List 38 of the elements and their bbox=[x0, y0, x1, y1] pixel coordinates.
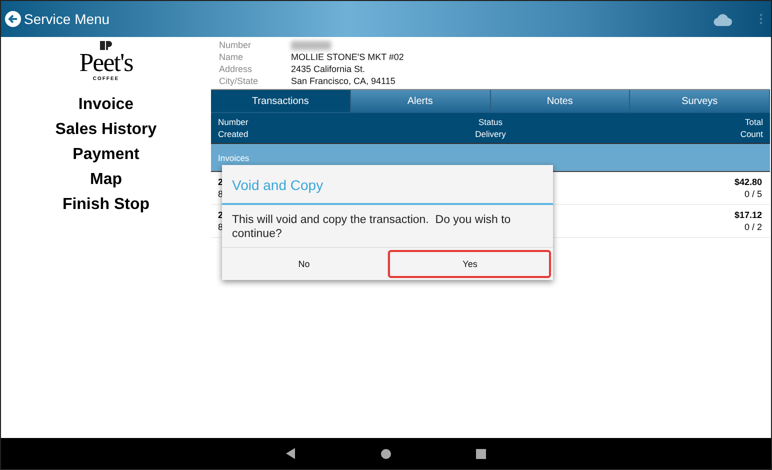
menu-item[interactable]: Sales History bbox=[55, 117, 157, 142]
logo-wordmark: Peet's bbox=[79, 50, 133, 76]
home-icon[interactable] bbox=[381, 448, 391, 458]
field-label: City/State bbox=[219, 76, 260, 87]
field-value: MOLLIE STONE'S MKT #02 bbox=[291, 52, 405, 63]
menu-item[interactable]: Map bbox=[90, 167, 122, 192]
table-cell-text: 0 / 2 bbox=[743, 221, 762, 233]
field-value: 2435 California St. bbox=[291, 64, 366, 75]
tab[interactable]: Notes bbox=[490, 90, 630, 112]
column-header: Status bbox=[477, 116, 504, 128]
field-value: San Francisco, CA, 94115 bbox=[291, 76, 396, 87]
cloud-icon[interactable] bbox=[713, 12, 733, 26]
tab[interactable]: Transactions bbox=[211, 90, 351, 112]
menu-item[interactable]: Invoice bbox=[78, 92, 134, 117]
menu-item[interactable]: Payment bbox=[72, 142, 140, 167]
menu-item[interactable]: Finish Stop bbox=[62, 192, 150, 217]
field-label: Number bbox=[219, 40, 252, 51]
table-cell: $42.80 bbox=[734, 176, 762, 188]
column-header: Created bbox=[218, 128, 250, 140]
column-header: Total bbox=[744, 116, 763, 128]
tab[interactable]: Surveys bbox=[630, 90, 770, 112]
column-header: Number bbox=[218, 116, 250, 128]
logo-mark-icon bbox=[100, 41, 112, 50]
field-label: Address bbox=[219, 64, 254, 75]
back-icon[interactable] bbox=[286, 448, 296, 459]
dialog-button[interactable]: No bbox=[222, 248, 386, 280]
column-header: Count bbox=[739, 128, 763, 140]
back-icon[interactable] bbox=[5, 11, 21, 27]
dialog-button[interactable]: Yes bbox=[387, 249, 552, 279]
recents-icon[interactable] bbox=[476, 448, 486, 458]
dialog-message: This will void and copy the transaction. Do you wish to continue? bbox=[231, 213, 512, 242]
dialog-title: Void and Copy bbox=[222, 165, 553, 205]
field-label: Name bbox=[219, 52, 244, 63]
table-cell-text: 0 / 5 bbox=[743, 188, 762, 200]
column-header: Delivery bbox=[474, 128, 507, 140]
tab[interactable]: Alerts bbox=[350, 90, 490, 112]
app-title: Service Menu bbox=[24, 11, 111, 27]
table-cell: $17.12 bbox=[734, 209, 762, 221]
